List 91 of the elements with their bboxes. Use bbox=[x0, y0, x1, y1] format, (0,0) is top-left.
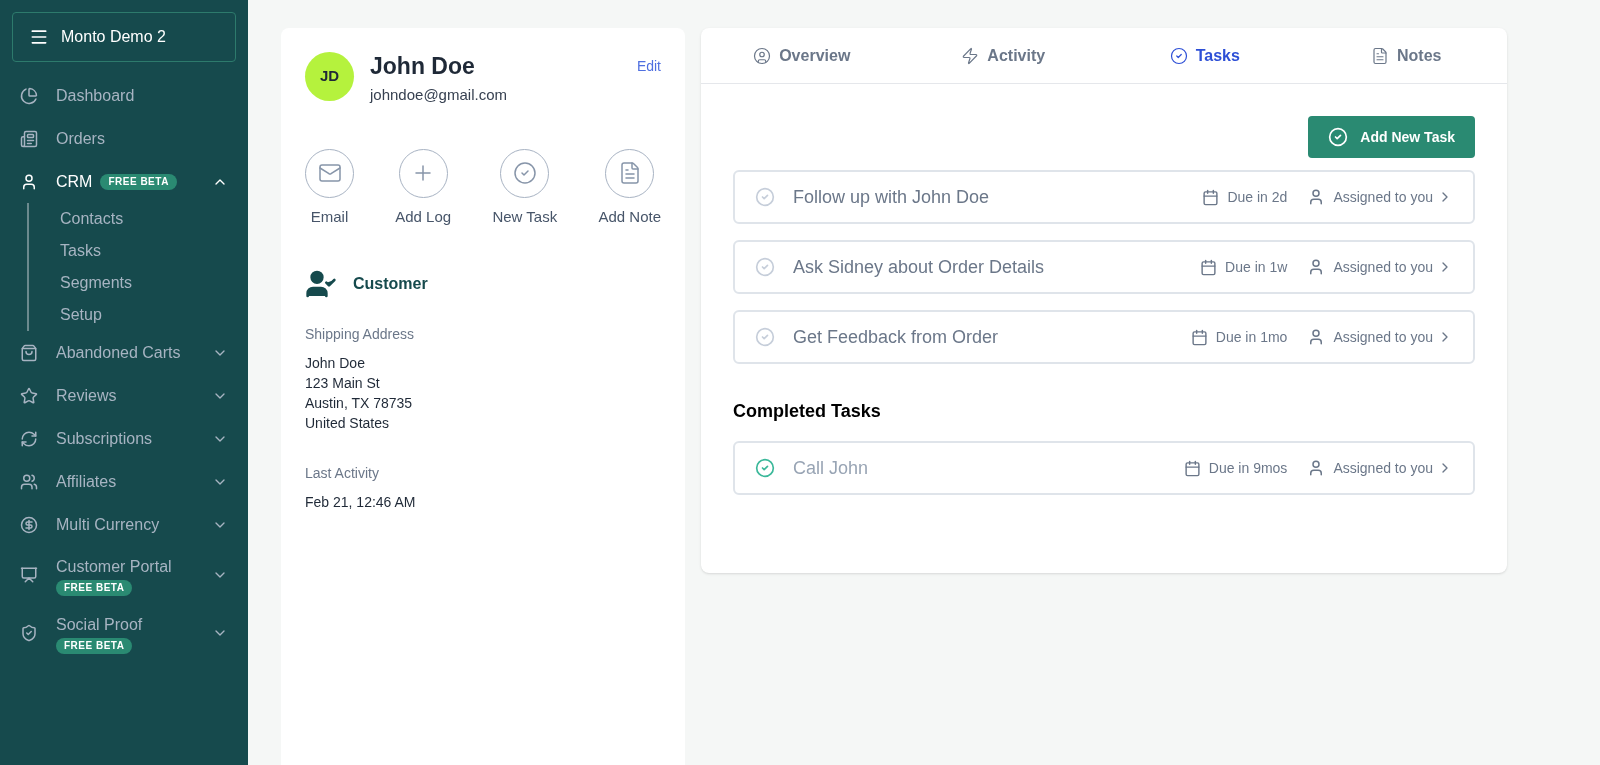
users-icon bbox=[20, 472, 38, 491]
customer-type: Customer bbox=[353, 274, 428, 294]
sidebar-label: Multi Currency bbox=[56, 514, 160, 535]
action-button[interactable]: New Task bbox=[492, 148, 558, 228]
submenu-item[interactable]: Setup bbox=[60, 299, 248, 331]
tab[interactable]: Tasks bbox=[1104, 28, 1306, 83]
user-circle-icon bbox=[753, 46, 772, 65]
contact-name: John Doe bbox=[370, 52, 476, 80]
field-value: Feb 21, 12:46 AM bbox=[305, 493, 417, 512]
star-icon bbox=[20, 386, 38, 405]
task-title: Call John bbox=[793, 456, 870, 480]
task-row[interactable]: Ask Sidney about Order Details Due in 1w Assigned to you bbox=[733, 240, 1475, 294]
section-heading: Completed Tasks bbox=[733, 400, 882, 423]
check-circle-icon bbox=[1328, 127, 1349, 147]
task-row[interactable]: Follow up with John Doe Due in 2d Assigned to you bbox=[733, 170, 1475, 224]
sidebar-label: Dashboard bbox=[56, 85, 135, 106]
document-icon bbox=[1371, 46, 1389, 65]
check-circle-icon[interactable] bbox=[755, 257, 775, 277]
field-label: Shipping Address bbox=[305, 325, 415, 344]
calendar-icon bbox=[1200, 258, 1218, 276]
tab[interactable]: Overview bbox=[701, 28, 903, 83]
task-row[interactable]: Get Feedback from Order Due in 1mo Assigned to you bbox=[733, 310, 1475, 364]
task-title: Get Feedback from Order bbox=[793, 325, 1000, 349]
calendar-icon bbox=[1183, 459, 1201, 477]
sidebar-label: Reviews bbox=[56, 385, 117, 406]
contact-email: johndoe@gmail.com bbox=[370, 85, 508, 105]
sidebar-item[interactable]: Orders bbox=[0, 117, 248, 160]
sidebar-item[interactable]: CRM FREE BETA bbox=[0, 160, 248, 203]
sidebar-label: Customer Portal bbox=[56, 556, 172, 577]
task-title: Follow up with John Doe bbox=[793, 185, 991, 209]
check-circle-icon bbox=[512, 161, 537, 185]
assignee-label: Assigned to you bbox=[1333, 458, 1433, 478]
beta-badge: FREE BETA bbox=[100, 173, 177, 190]
sidebar-label: Subscriptions bbox=[56, 428, 153, 449]
submenu-item[interactable]: Contacts bbox=[60, 203, 248, 235]
due-date: Due in 1mo bbox=[1215, 327, 1288, 347]
user-check-icon bbox=[305, 268, 337, 300]
tab[interactable]: Activity bbox=[902, 28, 1104, 83]
calendar-icon bbox=[1190, 328, 1208, 346]
pie-chart-icon bbox=[20, 86, 38, 105]
assignee-label: Assigned to you bbox=[1333, 257, 1433, 277]
user-icon bbox=[20, 172, 38, 191]
check-circle-icon bbox=[1169, 46, 1188, 65]
sidebar-item[interactable]: Subscriptions bbox=[0, 417, 248, 460]
newspaper-icon bbox=[20, 129, 38, 148]
field-value: John Doe bbox=[305, 354, 366, 373]
check-circle-icon[interactable] bbox=[755, 327, 775, 347]
task-title: Ask Sidney about Order Details bbox=[793, 255, 1046, 279]
action-button[interactable]: Add Note bbox=[598, 148, 661, 228]
field-value: United States bbox=[305, 414, 391, 433]
sidebar-label: Affiliates bbox=[56, 471, 117, 492]
tab[interactable]: Notes bbox=[1305, 28, 1507, 83]
check-circle-icon[interactable] bbox=[755, 458, 775, 478]
refresh-icon bbox=[20, 429, 38, 448]
due-date: Due in 1w bbox=[1225, 257, 1288, 277]
submenu-item[interactable]: Segments bbox=[60, 267, 248, 299]
field-value: 123 Main St bbox=[305, 374, 381, 393]
calendar-icon bbox=[1202, 188, 1220, 206]
shield-check-icon bbox=[20, 624, 38, 642]
due-date: Due in 2d bbox=[1227, 187, 1288, 207]
sidebar-item[interactable]: Customer Portal FREE BETA bbox=[0, 546, 248, 604]
menu-icon bbox=[29, 27, 49, 47]
field-label: Last Activity bbox=[305, 464, 380, 483]
assignee-label: Assigned to you bbox=[1333, 327, 1433, 347]
bag-icon bbox=[20, 343, 38, 362]
sidebar-label: Abandoned Carts bbox=[56, 342, 181, 363]
add-task-button[interactable]: Add New Task bbox=[1308, 116, 1475, 158]
sidebar-label: Orders bbox=[56, 128, 105, 149]
sidebar-label: Social Proof bbox=[56, 614, 143, 635]
sidebar-item[interactable]: Dashboard bbox=[0, 74, 248, 117]
sidebar-item[interactable]: Social Proof FREE BETA bbox=[0, 604, 248, 662]
beta-badge: FREE BETA bbox=[56, 579, 133, 596]
lightning-icon bbox=[961, 46, 980, 65]
sidebar-item[interactable]: Reviews bbox=[0, 374, 248, 417]
submenu-item[interactable]: Tasks bbox=[60, 235, 248, 267]
dollar-icon bbox=[20, 515, 38, 534]
assignee-label: Assigned to you bbox=[1333, 187, 1433, 207]
sidebar-label: CRM bbox=[56, 171, 93, 192]
check-circle-icon[interactable] bbox=[755, 187, 775, 207]
sidebar-item[interactable]: Multi Currency bbox=[0, 503, 248, 546]
edit-link[interactable]: Edit bbox=[636, 56, 661, 77]
due-date: Due in 9mos bbox=[1208, 458, 1288, 478]
field-value: Austin, TX 78735 bbox=[305, 394, 414, 413]
task-row[interactable]: Call John Due in 9mos Assigned to you bbox=[733, 441, 1475, 495]
workspace-button[interactable]: Monto Demo 2 bbox=[12, 12, 236, 62]
sidebar-item[interactable]: Abandoned Carts bbox=[0, 331, 248, 374]
avatar: JD bbox=[305, 52, 354, 101]
presentation-icon bbox=[20, 566, 38, 584]
beta-badge: FREE BETA bbox=[56, 637, 133, 654]
sidebar-item[interactable]: Affiliates bbox=[0, 460, 248, 503]
mail-icon bbox=[317, 161, 342, 185]
